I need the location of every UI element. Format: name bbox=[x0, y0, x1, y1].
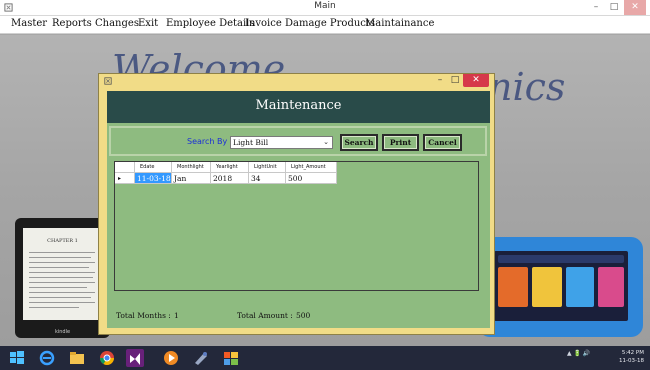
dialog-content: Search By Light Bill ⌄ Search Print Canc… bbox=[107, 123, 490, 328]
column-header-monthlight[interactable]: Monthlight bbox=[172, 162, 211, 173]
row-indicator-icon[interactable]: ▸ bbox=[115, 173, 135, 184]
column-header-light-amount[interactable]: Light_Amount bbox=[286, 162, 337, 173]
internet-explorer-icon[interactable] bbox=[38, 349, 56, 367]
menu-maintainance[interactable]: Maintainance bbox=[365, 18, 434, 29]
kindle-screen: CHAPTER 1 bbox=[23, 228, 102, 320]
total-months-value: 1 bbox=[174, 311, 179, 320]
cancel-button[interactable]: Cancel bbox=[423, 134, 462, 151]
taskbar: ▲ 🔋 🔊 5:42 PM 11-03-18 bbox=[0, 346, 650, 370]
menu-changes[interactable]: Changes bbox=[95, 18, 139, 29]
main-minimize-button[interactable]: – bbox=[588, 0, 604, 15]
column-header-yearlight[interactable]: Yearlight bbox=[211, 162, 249, 173]
clock-time: 5:42 PM bbox=[621, 350, 644, 356]
grid-cell-yearlight[interactable]: 2018 bbox=[211, 173, 249, 184]
main-maximize-button[interactable]: □ bbox=[606, 0, 622, 15]
kindle-chapter-title: CHAPTER 1 bbox=[47, 238, 78, 244]
data-grid[interactable]: Edate Monthlight Yearlight LightUnit Lig… bbox=[114, 161, 479, 291]
main-close-button[interactable]: ✕ bbox=[624, 0, 646, 15]
dialog-minimize-button[interactable]: – bbox=[433, 74, 447, 87]
total-amount-label: Total Amount : bbox=[237, 311, 293, 320]
menu-employee-details[interactable]: Employee Details bbox=[166, 18, 255, 29]
total-amount-value: 500 bbox=[296, 311, 311, 320]
grid-corner-cell bbox=[115, 162, 135, 173]
column-header-edate[interactable]: Edate bbox=[135, 162, 172, 173]
dialog-heading: Maintenance bbox=[255, 98, 342, 113]
dialog-heading-band: Maintenance bbox=[107, 91, 490, 123]
taskbar-clock[interactable]: 5:42 PM 11-03-18 bbox=[619, 349, 644, 365]
file-explorer-icon[interactable] bbox=[68, 349, 86, 367]
menu-invoice[interactable]: Invoice bbox=[245, 18, 282, 29]
menu-bar: Master Reports Changes Exit Employee Det… bbox=[0, 16, 650, 34]
kindle-brand: kindle bbox=[54, 329, 71, 335]
visual-studio-icon[interactable] bbox=[126, 349, 144, 367]
grid-cell-lightunit[interactable]: 34 bbox=[249, 173, 286, 184]
search-by-selected-value: Light Bill bbox=[233, 138, 269, 147]
tablet-screen bbox=[494, 251, 628, 321]
grid-cell-edate[interactable]: 11-03-18 bbox=[135, 173, 172, 184]
main-window-title: Main bbox=[314, 1, 336, 11]
search-by-label: Search By bbox=[187, 137, 228, 146]
chevron-down-icon: ⌄ bbox=[323, 138, 329, 146]
windows-start-icon[interactable] bbox=[8, 349, 26, 367]
main-title-bar: Main – □ ✕ bbox=[0, 0, 650, 16]
clock-date: 11-03-18 bbox=[619, 358, 644, 364]
grid-cell-monthlight[interactable]: Jan bbox=[172, 173, 211, 184]
app-window-icon[interactable] bbox=[222, 349, 240, 367]
menu-exit[interactable]: Exit bbox=[138, 18, 158, 29]
dialog-maximize-button[interactable]: □ bbox=[448, 74, 462, 87]
search-panel: Search By Light Bill ⌄ Search Print Canc… bbox=[109, 126, 487, 156]
maintenance-dialog: – □ ✕ Maintenance Search By Light Bill ⌄… bbox=[98, 73, 495, 335]
kindle-device-image: CHAPTER 1 kindle bbox=[15, 218, 110, 338]
chrome-icon[interactable] bbox=[98, 349, 116, 367]
search-by-dropdown[interactable]: Light Bill ⌄ bbox=[230, 136, 333, 149]
welcome-text-right: nics bbox=[488, 65, 566, 109]
dialog-title-bar: – □ ✕ bbox=[99, 74, 494, 90]
total-months-label: Total Months : bbox=[116, 311, 171, 320]
dialog-close-button[interactable]: ✕ bbox=[463, 74, 489, 87]
column-header-lightunit[interactable]: LightUnit bbox=[249, 162, 286, 173]
system-tray-icons[interactable]: ▲ 🔋 🔊 bbox=[567, 350, 590, 357]
menu-master[interactable]: Master bbox=[11, 18, 47, 29]
print-button[interactable]: Print bbox=[382, 134, 419, 151]
media-player-icon[interactable] bbox=[162, 349, 180, 367]
menu-damage-products[interactable]: Damage Products bbox=[285, 18, 375, 29]
grid-cell-light-amount[interactable]: 500 bbox=[286, 173, 337, 184]
tablet-device-image bbox=[478, 237, 643, 337]
search-button[interactable]: Search bbox=[340, 134, 378, 151]
dialog-app-icon bbox=[104, 77, 112, 85]
menu-reports[interactable]: Reports bbox=[52, 18, 92, 29]
paint-icon[interactable] bbox=[192, 349, 210, 367]
